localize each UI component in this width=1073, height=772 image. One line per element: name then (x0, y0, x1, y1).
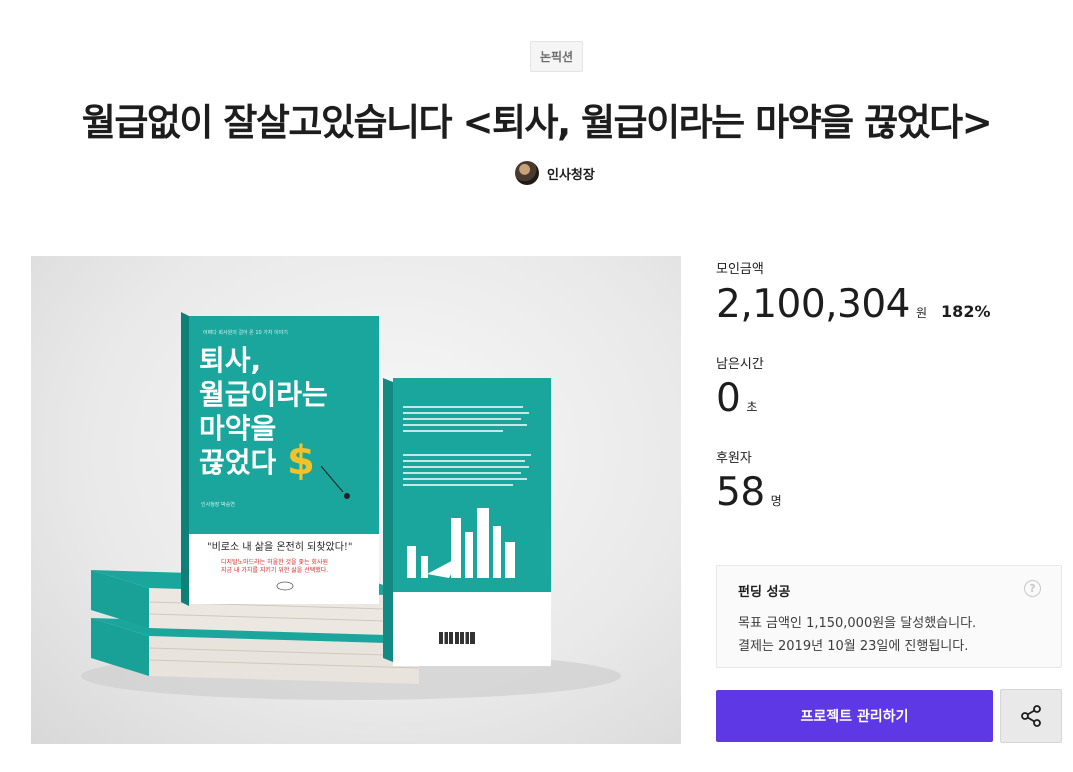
status-title: 펀딩 성공 (738, 585, 791, 600)
time-left-unit: 초 (746, 400, 758, 414)
book-title-line-2: 월급이라는 (199, 378, 328, 411)
book-title-line-1: 퇴사, (199, 344, 261, 377)
funded-amount-label: 모인금액 (716, 262, 764, 277)
backers-label: 후원자 (716, 451, 752, 466)
manage-project-button[interactable]: 프로젝트 관리하기 (716, 690, 993, 742)
dollar-icon: $ (287, 438, 315, 484)
time-left-value: 0 (716, 376, 741, 421)
book-tagline-1: 디지털노마드라는 허울한 것을 좇는 회사원 (221, 558, 328, 566)
share-icon (1021, 705, 1041, 727)
funded-rate: 182% (941, 302, 991, 321)
funded-amount-unit: 원 (916, 306, 928, 320)
book-author: 인사청장 박승연 (201, 501, 235, 508)
category-tag[interactable]: 논픽션 (530, 41, 583, 72)
backers-unit: 명 (770, 494, 782, 508)
book-title-line-4: 끊었다 (199, 446, 277, 479)
project-title: 월급없이 잘살고있습니다 <퇴사, 월급이라는 마약을 끊었다> (81, 101, 993, 144)
creator-name: 인사청장 (547, 167, 595, 183)
book-subtitle: 어쩌다 회사원의 걸어 온 10 가지 이야기 (203, 329, 288, 336)
creator-link[interactable]: 인사청장 (515, 161, 595, 185)
help-icon[interactable]: ? (1024, 580, 1041, 597)
book-front: 어쩌다 회사원의 걸어 온 10 가지 이야기 퇴사, 월급이라는 마약을 끊었… (181, 312, 379, 606)
avatar (515, 161, 539, 185)
book-quote: "비로소 내 삶을 온전히 되찾았다!" (207, 541, 353, 553)
book-title-line-3: 마약을 (199, 412, 276, 445)
funded-amount-value: 2,100,304 (716, 282, 911, 327)
book-illustration: 어쩌다 회사원의 걸어 온 10 가지 이야기 퇴사, 월급이라는 마약을 끊었… (81, 312, 621, 700)
time-left-label: 남은시간 (716, 357, 764, 372)
project-cover-image: 어쩌다 회사원의 걸어 온 10 가지 이야기 퇴사, 월급이라는 마약을 끊었… (31, 256, 681, 744)
book-back (383, 378, 551, 666)
share-button[interactable] (1000, 689, 1062, 743)
backers-value: 58 (716, 470, 765, 515)
status-goal-text: 목표 금액인 1,150,000원을 달성했습니다. (738, 616, 977, 631)
book-tagline-2: 지금 내 가치를 지키기 위한 삶을 선택했다. (221, 566, 328, 574)
funding-status-box: 펀딩 성공 목표 금액인 1,150,000원을 달성했습니다. 결제는 201… (716, 565, 1062, 668)
status-payment-text: 결제는 2019년 10월 23일에 진행됩니다. (738, 639, 969, 654)
